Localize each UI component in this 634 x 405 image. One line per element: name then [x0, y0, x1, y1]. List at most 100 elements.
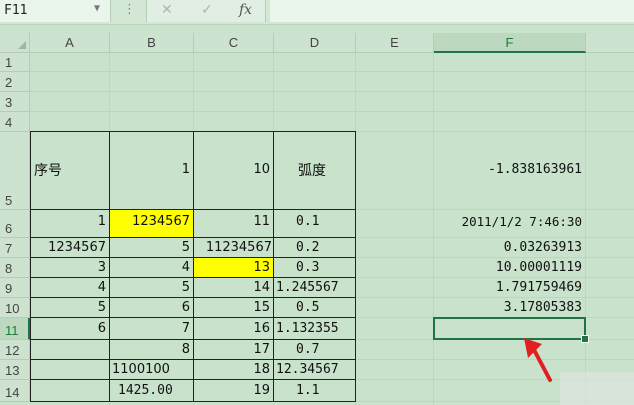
- cell-a10[interactable]: 5: [30, 300, 110, 318]
- cell-c9[interactable]: 14: [194, 280, 274, 298]
- row-header-5[interactable]: 5: [0, 132, 30, 210]
- cell-d12[interactable]: 0.7: [274, 342, 356, 360]
- cell-b8[interactable]: 4: [110, 260, 194, 278]
- row-number: 6: [5, 221, 13, 236]
- row-number: 10: [5, 301, 20, 316]
- cell-c5[interactable]: 10: [194, 162, 274, 182]
- row-header-4[interactable]: 4: [0, 112, 30, 132]
- selected-cell-f11[interactable]: [433, 317, 586, 340]
- cell-c11[interactable]: 16: [194, 321, 274, 339]
- column-header-f[interactable]: F: [434, 33, 586, 53]
- formula-bar: F11 ▼ ⋮ ✕ ✓ fx: [0, 0, 634, 25]
- cell-c13[interactable]: 18: [194, 362, 274, 380]
- row-number: 9: [5, 281, 13, 296]
- cell-a9[interactable]: 4: [30, 280, 110, 298]
- row-header-9[interactable]: 9: [0, 278, 30, 298]
- row-number: 8: [5, 261, 13, 276]
- cell-d6[interactable]: 0.1: [274, 214, 356, 234]
- row-number: 13: [5, 363, 20, 378]
- cell-a7[interactable]: 1234567: [30, 240, 110, 258]
- column-header-a[interactable]: A: [30, 33, 110, 53]
- column-header-d[interactable]: D: [274, 33, 356, 53]
- row-number: 14: [5, 385, 20, 400]
- cell-b14[interactable]: 1425.00: [110, 383, 194, 401]
- row-number: 7: [5, 241, 13, 256]
- cell-f8[interactable]: 10.00001119: [434, 260, 586, 278]
- cancel-icon[interactable]: ✕: [161, 2, 173, 18]
- row-number: 3: [5, 95, 13, 110]
- cell-d10[interactable]: 0.5: [274, 300, 356, 318]
- cell-b11[interactable]: 7: [110, 321, 194, 339]
- cell-a8[interactable]: 3: [30, 260, 110, 278]
- cell-d13[interactable]: 12.34567: [274, 362, 356, 380]
- cell-f10[interactable]: 3.17805383: [434, 300, 586, 318]
- row-header-10[interactable]: 10: [0, 298, 30, 318]
- more-vertical-icon: ⋮: [123, 2, 136, 17]
- watermark-blur: [560, 372, 634, 405]
- row-header-2[interactable]: 2: [0, 72, 30, 92]
- formula-buttons: ✕ ✓ fx: [146, 0, 266, 22]
- cell-c12[interactable]: 17: [194, 342, 274, 360]
- row-header-6[interactable]: 6: [0, 210, 30, 238]
- fill-handle[interactable]: [581, 335, 589, 343]
- row-number: 5: [5, 193, 13, 208]
- cell-d14[interactable]: 1.1: [274, 383, 356, 401]
- cell-c10[interactable]: 15: [194, 300, 274, 318]
- cell-d9[interactable]: 1.245567: [274, 280, 356, 298]
- cell-d11[interactable]: 1.132355: [274, 321, 356, 339]
- cell-b12[interactable]: 8: [110, 342, 194, 360]
- column-header-c[interactable]: C: [194, 33, 274, 53]
- column-header-b[interactable]: B: [110, 33, 194, 53]
- red-arrow-icon: [524, 338, 552, 382]
- gridline: [30, 111, 634, 112]
- cell-b9[interactable]: 5: [110, 280, 194, 298]
- cell-b5[interactable]: 1: [110, 162, 194, 182]
- formula-input[interactable]: [270, 0, 634, 22]
- cell-b10[interactable]: 6: [110, 300, 194, 318]
- column-header-e[interactable]: E: [356, 33, 434, 53]
- cell-f5[interactable]: -1.838163961: [434, 162, 586, 182]
- row-number: 1: [5, 55, 13, 70]
- cell-c14[interactable]: 19: [194, 383, 274, 401]
- row-number: 11: [5, 323, 19, 338]
- row-number: 12: [5, 343, 20, 358]
- cell-d8[interactable]: 0.3: [274, 260, 356, 278]
- cell-f6[interactable]: 2011/1/2 7:46:30: [434, 214, 586, 234]
- name-box-value: F11: [4, 3, 28, 18]
- cell-a6[interactable]: 1: [30, 214, 110, 234]
- select-all-button[interactable]: [0, 33, 30, 53]
- row-header-14[interactable]: 14: [0, 380, 30, 402]
- insert-function-icon[interactable]: fx: [239, 2, 252, 18]
- cell-d7[interactable]: 0.2: [274, 240, 356, 258]
- cell-a5[interactable]: 序号: [30, 160, 110, 180]
- table-line: [30, 339, 356, 340]
- row-header-8[interactable]: 8: [0, 258, 30, 278]
- cell-c6[interactable]: 11: [194, 214, 274, 234]
- cell-b13[interactable]: 1100100: [110, 362, 194, 380]
- cell-a11[interactable]: 6: [30, 321, 110, 339]
- cell-b6[interactable]: 1234567: [110, 214, 194, 234]
- column-header-g[interactable]: [586, 33, 634, 53]
- row-header-11[interactable]: 11: [0, 318, 30, 340]
- cell-c8[interactable]: 13: [194, 260, 274, 278]
- cell-d5[interactable]: 弧度: [274, 160, 356, 180]
- gridline: [30, 91, 634, 92]
- chevron-down-icon[interactable]: ▼: [94, 3, 100, 14]
- row-header-13[interactable]: 13: [0, 360, 30, 380]
- row-number: 2: [5, 75, 13, 90]
- row-number: 4: [5, 115, 13, 130]
- table-line: [30, 237, 356, 238]
- row-header-12[interactable]: 12: [0, 340, 30, 360]
- cell-b7[interactable]: 5: [110, 240, 194, 258]
- cell-f7[interactable]: 0.03263913: [434, 240, 586, 258]
- row-header-7[interactable]: 7: [0, 238, 30, 258]
- name-box[interactable]: F11 ▼: [0, 0, 111, 22]
- cell-c7[interactable]: 11234567: [194, 240, 274, 258]
- row-header-3[interactable]: 3: [0, 92, 30, 112]
- gridline: [30, 71, 634, 72]
- enter-icon[interactable]: ✓: [201, 2, 213, 18]
- table-line: [30, 209, 356, 210]
- cell-f9[interactable]: 1.791759469: [434, 280, 586, 298]
- select-all-triangle-icon: [18, 41, 26, 49]
- row-header-1[interactable]: 1: [0, 53, 30, 72]
